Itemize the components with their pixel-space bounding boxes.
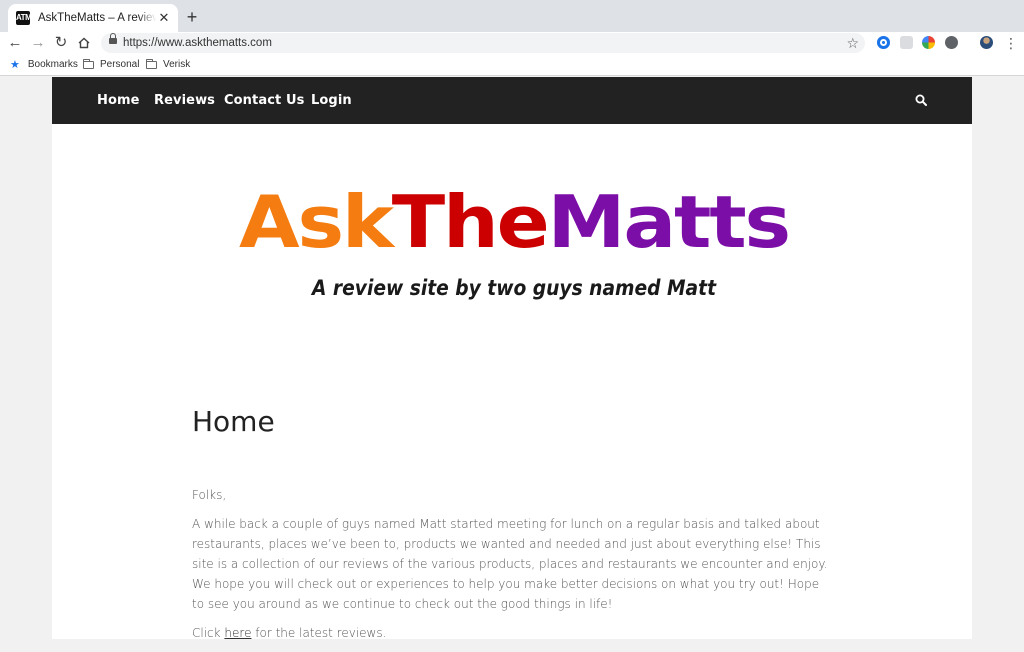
new-tab-icon[interactable]: + xyxy=(183,8,201,26)
site-container: Home Reviews Contact Us Login Ask The Matt… xyxy=(52,77,972,640)
nav-link-contact-us[interactable]: Contact Us xyxy=(224,77,304,124)
logo-tagline: A review site by two guys named Matt xyxy=(310,276,717,300)
extension-icon[interactable] xyxy=(877,36,890,49)
page-content: Folks, A while back a couple of guys nam… xyxy=(192,485,832,652)
bookmark-label: Personal xyxy=(100,59,140,70)
star-icon: ★ xyxy=(10,59,20,71)
browser-tab[interactable]: ATM AskTheMatts – A review site by two g… xyxy=(8,4,178,32)
folder-icon xyxy=(83,58,94,69)
latest-reviews-link[interactable]: here xyxy=(224,626,251,640)
home-icon[interactable] xyxy=(74,33,94,53)
logo-text-ask: Ask xyxy=(239,180,396,264)
bookmark-star-icon[interactable]: ☆ xyxy=(846,33,859,53)
logo-text-matts: Matts xyxy=(548,180,789,264)
browser-toolbar: ← → ↻ https://www.askthematts.com ☆ ⋮ xyxy=(0,32,1024,54)
forward-icon[interactable]: → xyxy=(28,33,48,53)
close-tab-icon[interactable]: ✕ xyxy=(156,10,172,26)
nav-link-reviews[interactable]: Reviews xyxy=(154,77,215,124)
site-logo[interactable]: Ask The Matts A review site by two guys na… xyxy=(234,172,794,307)
nav-link-home[interactable]: Home xyxy=(97,77,140,124)
nav-link-login[interactable]: Login xyxy=(311,77,352,124)
tab-title: AskTheMatts – A review site by two guys … xyxy=(38,12,156,24)
greeting-text: Folks, xyxy=(192,488,227,502)
bookmark-bookmarks[interactable]: ★ Bookmarks xyxy=(10,54,78,75)
logo-text-the: The xyxy=(392,180,548,264)
browser-tab-strip: ATM AskTheMatts – A review site by two g… xyxy=(0,0,1024,32)
reload-icon[interactable]: ↻ xyxy=(51,33,71,53)
intro-paragraph: A while back a couple of guys named Matt… xyxy=(192,517,828,611)
page-title: Home xyxy=(192,405,275,438)
folder-icon xyxy=(146,58,157,69)
bookmark-label: Verisk xyxy=(163,59,191,70)
bookmark-label: Bookmarks xyxy=(27,59,78,70)
back-icon[interactable]: ← xyxy=(5,33,25,53)
search-icon[interactable] xyxy=(915,94,927,106)
extension-icon[interactable] xyxy=(922,36,935,49)
extension-icon[interactable] xyxy=(900,36,913,49)
profile-avatar[interactable] xyxy=(980,36,993,49)
address-bar[interactable]: https://www.askthematts.com ☆ xyxy=(101,33,865,53)
extension-icon[interactable] xyxy=(945,36,958,49)
cta-paragraph: Click here for the latest reviews. xyxy=(192,623,832,643)
menu-icon[interactable]: ⋮ xyxy=(1004,33,1018,53)
cta-prefix: Click xyxy=(192,626,225,640)
svg-text:AskTheMatts: Ask The Matts xyxy=(239,180,789,264)
site-navigation: Home Reviews Contact Us Login xyxy=(52,77,972,124)
lock-icon xyxy=(109,33,117,44)
bookmark-verisk[interactable]: Verisk xyxy=(146,54,190,75)
cta-suffix: for the latest reviews. xyxy=(251,626,387,640)
bookmark-personal[interactable]: Personal xyxy=(83,54,139,75)
bookmarks-bar: ★ Bookmarks Personal Verisk xyxy=(0,54,1024,76)
site-favicon-icon: ATM xyxy=(16,11,32,25)
url-text: https://www.askthematts.com xyxy=(123,37,272,49)
